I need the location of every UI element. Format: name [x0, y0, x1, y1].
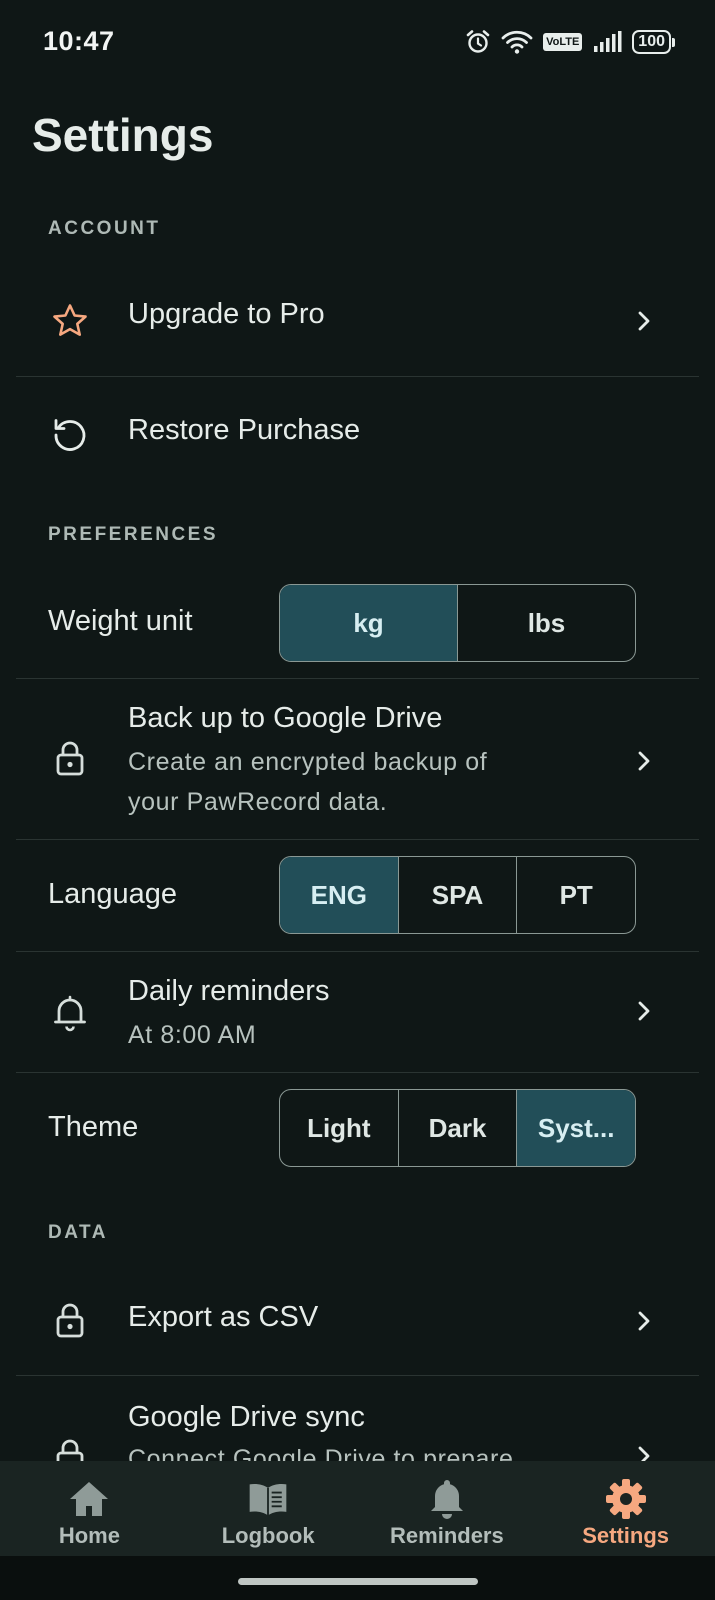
- nav-item-home[interactable]: Home: [0, 1461, 179, 1556]
- theme-option-dark[interactable]: Dark: [397, 1090, 517, 1166]
- backup-google-drive-row[interactable]: Back up to Google Drive Create an encryp…: [16, 679, 699, 839]
- divider: [16, 1072, 699, 1073]
- nav-label-home: Home: [58, 1523, 120, 1548]
- nav-label-reminders: Reminders: [390, 1523, 504, 1548]
- export-csv-row[interactable]: Export as CSV: [16, 1265, 699, 1375]
- volte-badge: VoLTE: [543, 33, 583, 51]
- restore-purchase-label: Restore Purchase: [128, 414, 361, 446]
- bottom-navigation: Home Logbook Reminders Settings: [0, 1461, 715, 1556]
- backup-subtitle-line1: Create an encrypted backup of: [128, 748, 488, 776]
- battery-level: 100: [632, 30, 671, 54]
- weight-unit-option-lbs[interactable]: lbs: [457, 585, 635, 661]
- wifi-icon: [501, 29, 533, 55]
- gear-icon: [604, 1477, 648, 1521]
- backup-title: Back up to Google Drive: [128, 702, 443, 734]
- google-drive-sync-subtitle: Connect Google Drive to prepare: [128, 1445, 514, 1461]
- nav-item-reminders[interactable]: Reminders: [358, 1461, 537, 1556]
- chevron-right-icon: [632, 309, 656, 333]
- language-segmented-control: ENG SPA PT: [279, 856, 636, 934]
- nav-label-settings: Settings: [582, 1523, 670, 1548]
- section-header-data: DATA: [48, 1222, 108, 1243]
- status-bar: 10:47 VoLTE 100: [0, 0, 715, 84]
- restore-purchase-row[interactable]: Restore Purchase: [16, 377, 699, 487]
- backup-subtitle-line2: your PawRecord data.: [128, 788, 388, 816]
- daily-reminders-row[interactable]: Daily reminders At 8:00 AM: [16, 952, 699, 1072]
- bell-icon: [425, 1477, 469, 1521]
- page-title: Settings: [32, 109, 214, 161]
- alarm-icon: [465, 29, 491, 55]
- upgrade-to-pro-row[interactable]: Upgrade to Pro: [16, 266, 699, 376]
- bell-icon: [50, 992, 90, 1032]
- lock-icon: [50, 1300, 90, 1340]
- chevron-right-icon: [632, 1444, 656, 1461]
- lock-icon: [50, 738, 90, 778]
- google-drive-sync-row[interactable]: Google Drive sync Connect Google Drive t…: [16, 1376, 699, 1461]
- theme-option-system[interactable]: Syst...: [516, 1090, 635, 1166]
- language-option-eng[interactable]: ENG: [280, 857, 398, 933]
- weight-unit-option-kg[interactable]: kg: [280, 585, 457, 661]
- lock-icon: [50, 1436, 90, 1461]
- weight-unit-label: Weight unit: [48, 605, 193, 637]
- chevron-right-icon: [632, 749, 656, 773]
- chevron-right-icon: [632, 999, 656, 1023]
- theme-segmented-control: Light Dark Syst...: [279, 1089, 636, 1167]
- gesture-handle[interactable]: [238, 1578, 478, 1585]
- upgrade-to-pro-label: Upgrade to Pro: [128, 298, 325, 330]
- restore-icon: [50, 414, 90, 454]
- daily-reminders-title: Daily reminders: [128, 975, 330, 1007]
- status-time: 10:47: [43, 26, 115, 56]
- home-icon: [67, 1477, 111, 1521]
- daily-reminders-subtitle: At 8:00 AM: [128, 1021, 257, 1049]
- chevron-right-icon: [632, 1309, 656, 1333]
- theme-option-light[interactable]: Light: [280, 1090, 398, 1166]
- signal-icon: [592, 30, 622, 54]
- nav-label-logbook: Logbook: [221, 1523, 315, 1548]
- nav-item-settings[interactable]: Settings: [536, 1461, 715, 1556]
- book-icon: [246, 1477, 290, 1521]
- export-csv-label: Export as CSV: [128, 1301, 319, 1333]
- section-header-account: ACCOUNT: [48, 218, 161, 239]
- status-icons: VoLTE 100: [465, 26, 675, 58]
- nav-item-logbook[interactable]: Logbook: [179, 1461, 358, 1556]
- google-drive-sync-title: Google Drive sync: [128, 1401, 365, 1433]
- star-icon: [50, 301, 90, 341]
- divider: [16, 839, 699, 840]
- language-option-pt[interactable]: PT: [516, 857, 635, 933]
- section-header-preferences: PREFERENCES: [48, 524, 219, 545]
- battery-icon: 100: [632, 30, 675, 54]
- language-label: Language: [48, 878, 178, 910]
- theme-label: Theme: [48, 1111, 139, 1143]
- weight-unit-segmented-control: kg lbs: [279, 584, 636, 662]
- language-option-spa[interactable]: SPA: [397, 857, 517, 933]
